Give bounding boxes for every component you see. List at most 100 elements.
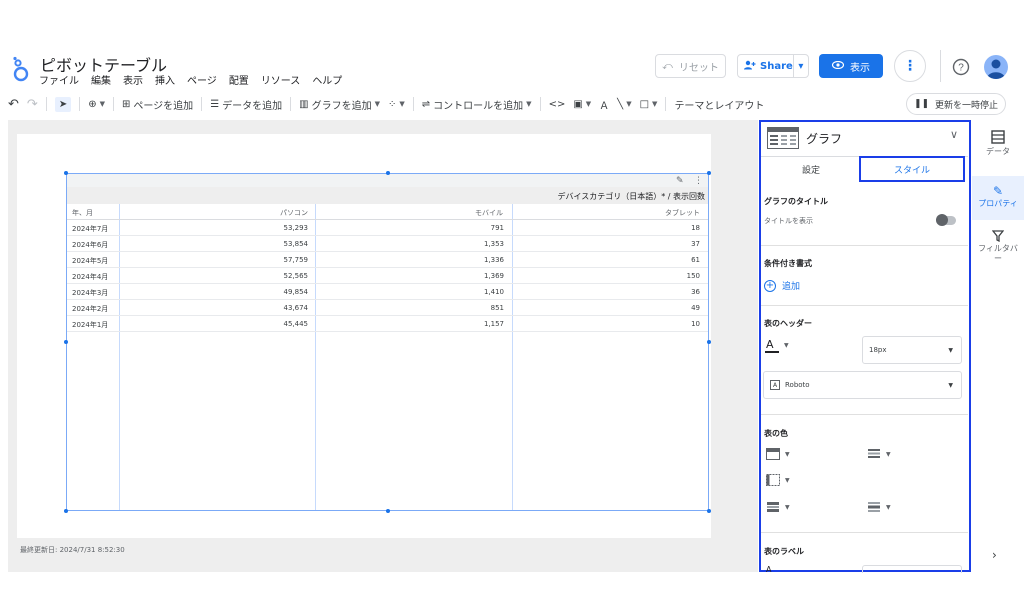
toolbar-divider	[539, 97, 541, 111]
looker-studio-logo-icon[interactable]	[10, 56, 32, 82]
text-box-icon[interactable]: Ａ	[599, 97, 609, 112]
odd-row-color-icon[interactable]	[766, 501, 780, 513]
add-data-icon: ☰	[210, 98, 220, 110]
menu-insert[interactable]: 挿入	[155, 72, 175, 87]
caret-down-icon: ▼	[585, 100, 592, 108]
share-button[interactable]: Share ▾	[737, 54, 809, 78]
chevron-down-icon[interactable]: ∨	[950, 128, 958, 141]
component-icon: ⁘	[388, 98, 397, 110]
add-control-button[interactable]: ⇌ コントロールを追加 ▼	[422, 97, 532, 112]
toolbar-divider	[412, 97, 414, 111]
menu-arrange[interactable]: 配置	[229, 72, 249, 87]
view-button[interactable]: 表示	[819, 54, 883, 78]
avatar[interactable]	[984, 55, 1008, 79]
font-family-value: Roboto	[785, 381, 810, 389]
caret-down-icon: ▼	[99, 100, 105, 108]
toolbar: ↶ ↷ ➤ ⊕ ▼ ⊞ ページを追加 ☰ データを追加 ▥ グラフを追加 ▼ ⁘ ▼ ⇌ コン…	[0, 92, 1024, 116]
add-label: 追加	[782, 282, 801, 292]
resize-handle[interactable]	[386, 509, 390, 513]
add-data-button[interactable]: ☰ データを追加	[210, 97, 282, 112]
pause-updates-label: 更新を一時停止	[935, 100, 999, 111]
line-button[interactable]: ╲ ▼	[617, 99, 631, 110]
caret-down-icon[interactable]: ▼	[886, 504, 891, 511]
caret-down-icon: ▼	[526, 100, 532, 108]
add-component-button[interactable]: ⁘ ▼	[388, 99, 405, 110]
caret-down-icon: ▼	[399, 100, 405, 108]
pause-updates-button[interactable]: ❚❚ 更新を一時停止	[906, 93, 1006, 115]
rail-filter-bar[interactable]: フィルタバー	[972, 230, 1024, 264]
label-font-color-icon[interactable]: A	[766, 565, 771, 574]
show-title-toggle[interactable]	[936, 214, 956, 226]
theme-layout-button[interactable]: テーマとレイアウト	[674, 97, 764, 112]
even-row-color-icon[interactable]	[867, 501, 881, 513]
font-color-swatch	[765, 351, 779, 353]
add-circle-icon: +	[764, 279, 776, 292]
section-divider	[761, 414, 968, 415]
rail-filter-label: フィルタバー	[978, 244, 1018, 263]
pivot-table-selection-frame[interactable]	[64, 171, 711, 513]
caret-down-icon[interactable]: ▼	[886, 451, 891, 458]
section-divider	[761, 305, 968, 306]
help-icon[interactable]: ?	[952, 58, 970, 76]
header-font-family-select[interactable]: A Roboto ▼	[763, 371, 962, 399]
tab-style[interactable]: スタイル	[859, 156, 965, 182]
label-font-size-select[interactable]	[862, 565, 962, 573]
menu-resource[interactable]: リソース	[261, 72, 301, 87]
section-divider	[761, 532, 968, 533]
font-color-icon[interactable]: A	[766, 338, 774, 351]
chevron-right-icon[interactable]: ›	[992, 548, 997, 562]
show-title-label: タイトルを表示	[764, 217, 813, 225]
more-options-icon[interactable]: ⋮	[894, 50, 926, 82]
svg-text:?: ?	[958, 63, 964, 74]
resize-handle[interactable]	[64, 509, 68, 513]
resize-handle[interactable]	[386, 171, 390, 175]
select-cursor-icon[interactable]: ➤	[54, 96, 72, 112]
resize-handle[interactable]	[64, 340, 68, 344]
section-title-table-colors: 表の色	[764, 429, 788, 438]
caret-down-icon: ▼	[374, 100, 380, 108]
filter-icon	[972, 230, 1024, 244]
menu-edit[interactable]: 編集	[91, 72, 111, 87]
menu-view[interactable]: 表示	[123, 72, 143, 87]
add-person-icon	[744, 60, 756, 73]
caret-down-icon[interactable]: ▼	[784, 342, 789, 349]
zoom-button[interactable]: ⊕ ▼	[88, 99, 105, 110]
share-dropdown-icon[interactable]: ▾	[792, 55, 808, 77]
add-chart-label: グラフを追加	[311, 100, 372, 112]
font-family-icon: A	[770, 380, 780, 390]
menu-page[interactable]: ページ	[187, 72, 217, 87]
add-page-button[interactable]: ⊞ ページを追加	[122, 97, 193, 112]
section-divider	[761, 245, 968, 246]
resize-handle[interactable]	[707, 171, 711, 175]
menu-file[interactable]: ファイル	[39, 72, 79, 87]
undo-icon[interactable]: ↶	[8, 97, 19, 112]
undo-arrow-icon: ⤺	[662, 60, 673, 72]
header-font-size-select[interactable]: 18px ▼	[862, 336, 962, 364]
toolbar-divider	[45, 97, 47, 111]
resize-handle[interactable]	[707, 509, 711, 513]
table-border-color-icon[interactable]	[867, 448, 881, 460]
pivot-table-chart-icon	[767, 127, 799, 149]
pencil-icon: ✎	[992, 184, 1004, 198]
caret-down-icon[interactable]: ▼	[785, 477, 790, 484]
cell-border-color-icon[interactable]	[766, 474, 780, 486]
embed-code-icon[interactable]: <>	[549, 99, 566, 110]
rail-data[interactable]: データ	[972, 130, 1024, 157]
image-button[interactable]: ▣ ▼	[573, 99, 591, 110]
caret-down-icon[interactable]: ▼	[785, 504, 790, 511]
reset-button[interactable]: ⤺ リセット	[655, 54, 726, 78]
shape-button[interactable]: □ ▼	[640, 99, 658, 110]
caret-down-icon[interactable]: ▼	[785, 451, 790, 458]
rail-properties[interactable]: ✎ プロパティ	[972, 176, 1024, 220]
header-background-color-icon[interactable]	[766, 448, 780, 460]
resize-handle[interactable]	[707, 340, 711, 344]
add-chart-button[interactable]: ▥ グラフを追加 ▼	[299, 97, 380, 112]
caret-down-icon: ▼	[948, 381, 953, 389]
tab-settings[interactable]: 設定	[761, 157, 861, 182]
menu-help[interactable]: ヘルプ	[312, 72, 342, 87]
chart-type-label[interactable]: グラフ	[806, 130, 842, 147]
resize-handle[interactable]	[64, 171, 68, 175]
section-title-conditional-format: 条件付き書式	[764, 259, 812, 268]
add-conditional-format-button[interactable]: + 追加	[764, 279, 800, 292]
redo-icon[interactable]: ↷	[27, 97, 38, 112]
